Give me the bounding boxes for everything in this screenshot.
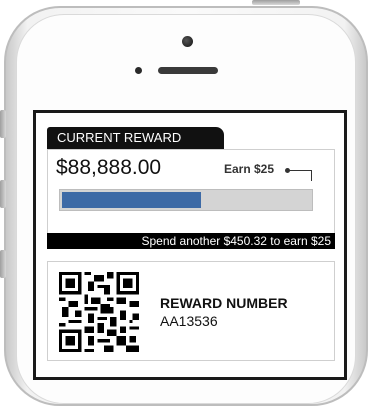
reward-number-label: REWARD NUMBER [160,295,288,311]
phone-screen: CURRENT REWARD TOTAL $88,888.00 Earn $25… [33,110,347,380]
reward-number-card: REWARD NUMBER AA13536 [47,261,335,361]
qr-code-icon [59,272,139,352]
proximity-sensor [135,67,142,74]
reward-number-value: AA13536 [160,313,218,329]
power-button [252,0,300,5]
reward-total-tab: CURRENT REWARD TOTAL [47,127,224,167]
reward-total-card: $88,888.00 Earn $25 [47,149,335,234]
earn-marker-line [289,170,311,171]
earn-goal-label: Earn $25 [224,162,275,176]
reward-progress-bar [59,189,313,211]
spend-message-bar: Spend another $450.32 to earn $25 [47,233,335,249]
front-camera [182,36,193,47]
reward-amount: $88,888.00 [56,156,162,179]
volume-up-button [0,180,6,208]
reward-progress-fill [62,192,201,208]
earn-marker-tick [311,170,312,181]
volume-down-button [0,250,6,278]
earpiece-speaker [158,67,218,74]
mute-switch [0,110,6,138]
app-view: CURRENT REWARD TOTAL $88,888.00 Earn $25… [36,113,344,377]
